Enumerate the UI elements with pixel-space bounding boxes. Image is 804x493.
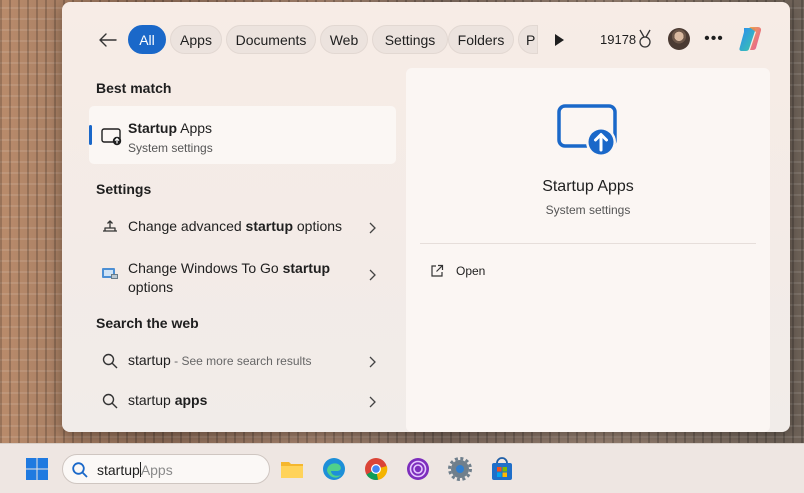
search-icon xyxy=(102,353,118,369)
preview-subtitle: System settings xyxy=(545,203,631,217)
best-match-startup-apps[interactable]: Startup Apps System settings xyxy=(89,106,396,164)
web-result-label: startup apps xyxy=(128,392,208,408)
startup-apps-large-icon xyxy=(557,104,617,157)
windows-to-go-icon xyxy=(102,268,118,279)
preview-pane: Startup Apps System settings Open xyxy=(406,68,770,432)
filter-folders[interactable]: Folders xyxy=(448,25,514,54)
search-web-heading: Search the web xyxy=(96,315,199,331)
startup-apps-icon xyxy=(101,128,122,146)
scroll-filters-right-icon[interactable] xyxy=(550,30,568,50)
back-button[interactable] xyxy=(96,28,120,52)
preview-title: Startup Apps xyxy=(542,178,634,195)
open-action[interactable]: Open xyxy=(430,260,485,282)
startup-options-icon xyxy=(103,220,117,232)
preview-divider xyxy=(420,243,756,244)
web-result-startup[interactable]: startup - See more search results xyxy=(89,342,396,378)
filter-bar: All Apps Documents Web Settings Folders … xyxy=(62,22,790,58)
filter-settings[interactable]: Settings xyxy=(372,25,448,54)
chevron-right-icon xyxy=(369,269,376,281)
chevron-right-icon xyxy=(369,396,376,408)
open-external-icon xyxy=(431,264,444,277)
best-match-heading: Best match xyxy=(96,80,172,96)
taskbar: startupApps xyxy=(0,443,804,493)
more-options-button[interactable]: ••• xyxy=(702,28,726,52)
settings-gear-icon[interactable] xyxy=(447,456,473,482)
settings-heading: Settings xyxy=(96,181,152,197)
best-match-subtitle: System settings xyxy=(128,141,213,155)
best-match-title: Startup Apps xyxy=(128,120,213,136)
search-icon xyxy=(102,393,118,409)
search-icon xyxy=(72,462,88,478)
filter-all[interactable]: All xyxy=(128,25,166,54)
file-explorer-icon[interactable] xyxy=(279,456,305,482)
filter-documents[interactable]: Documents xyxy=(226,25,316,54)
tor-browser-icon[interactable] xyxy=(405,456,431,482)
edge-icon[interactable] xyxy=(321,456,347,482)
windows-start-icon[interactable] xyxy=(24,456,50,482)
search-text: startupApps xyxy=(97,462,173,478)
copilot-icon[interactable] xyxy=(736,24,766,54)
filter-web[interactable]: Web xyxy=(320,25,368,54)
taskbar-search-input[interactable]: startupApps xyxy=(62,454,270,484)
setting-windows-to-go-startup[interactable]: Change Windows To Go startup options xyxy=(89,252,396,296)
web-result-startup-apps[interactable]: startup apps xyxy=(89,382,396,418)
rewards-medal-icon[interactable] xyxy=(636,28,654,50)
user-avatar[interactable] xyxy=(668,28,690,50)
web-result-label: startup - See more search results xyxy=(128,352,312,368)
selection-indicator xyxy=(89,125,92,145)
chevron-right-icon xyxy=(369,222,376,234)
rewards-points[interactable]: 19178 xyxy=(600,32,636,47)
setting-label: Change advanced startup options xyxy=(128,218,343,234)
filter-apps[interactable]: Apps xyxy=(170,25,222,54)
arrow-left-icon xyxy=(99,33,117,47)
open-action-label: Open xyxy=(456,264,486,278)
setting-label: Change Windows To Go startup options xyxy=(128,260,331,295)
filter-photos-truncated[interactable]: P xyxy=(518,25,538,54)
microsoft-store-icon[interactable] xyxy=(489,456,515,482)
chevron-right-icon xyxy=(369,356,376,368)
chrome-icon[interactable] xyxy=(363,456,389,482)
setting-change-advanced-startup[interactable]: Change advanced startup options xyxy=(89,208,396,244)
search-flyout: All Apps Documents Web Settings Folders … xyxy=(62,2,790,432)
